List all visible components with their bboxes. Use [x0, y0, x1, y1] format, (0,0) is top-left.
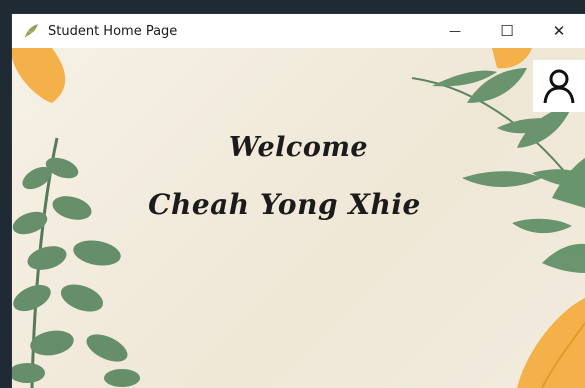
student-name: Cheah Yong Xhie [148, 188, 421, 221]
close-button[interactable]: ✕ [533, 14, 585, 48]
welcome-heading: Welcome [228, 132, 369, 163]
profile-button[interactable] [533, 60, 585, 112]
minimize-icon: — [449, 24, 461, 38]
title-bar[interactable]: Student Home Page — ☐ ✕ [12, 14, 585, 48]
user-profile-icon [543, 69, 575, 104]
home-content: Welcome Cheah Yong Xhie [12, 48, 585, 388]
maximize-icon: ☐ [500, 22, 514, 40]
maximize-button[interactable]: ☐ [481, 14, 533, 48]
window-controls: — ☐ ✕ [429, 14, 585, 48]
minimize-button[interactable]: — [429, 14, 481, 48]
window-title: Student Home Page [48, 23, 178, 39]
feather-logo-icon [24, 24, 38, 38]
app-window: Student Home Page — ☐ ✕ Welcome Cheah Yo… [12, 14, 585, 388]
close-icon: ✕ [552, 22, 566, 40]
